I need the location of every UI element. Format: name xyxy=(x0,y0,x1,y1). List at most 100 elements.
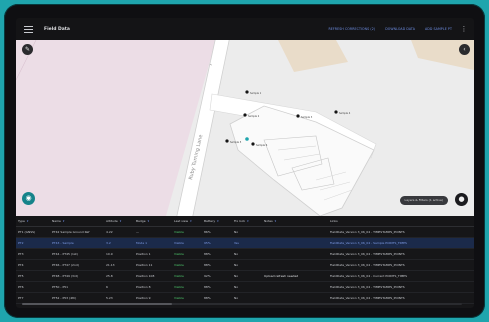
app-screen: Field Data REFRESH CORRECTIONS (2) DOWNL… xyxy=(16,18,474,308)
map-canvas: › Ruby Turning Lane Sample 1 Sample 2 Sa… xyxy=(16,40,474,216)
table-cell-type: PT3 xyxy=(16,248,50,260)
table-cell-fix: No xyxy=(232,226,262,238)
table-row[interactable]: PT7 PT52 - P53 (4th) 5.23 Position 9 Visible… xyxy=(16,292,474,304)
col-header[interactable]: Altitude ▾ xyxy=(104,216,134,227)
location-icon[interactable]: ● xyxy=(455,193,468,206)
table-cell-links: FieldData_Version 3_06_04 - Current POIN… xyxy=(328,270,474,282)
table-cell-name: PT46 - PT47 (2nd) xyxy=(50,259,104,271)
menu-icon[interactable] xyxy=(22,22,36,36)
refresh-corrections-link[interactable]: REFRESH CORRECTIONS (2) xyxy=(328,27,375,31)
table-cell-fix: Yes xyxy=(232,237,262,249)
table-cell-notes xyxy=(262,248,328,260)
svg-text:Sample 4: Sample 4 xyxy=(339,112,351,115)
sample-point[interactable]: Sample 1 xyxy=(245,90,262,95)
app-title: Field Data xyxy=(44,26,70,32)
table-cell-badge: Position 108 xyxy=(134,270,172,282)
table-cell-last: Visible xyxy=(172,281,202,293)
table-cell-alt: 25.8 xyxy=(104,270,134,282)
table-cell-last: Visible xyxy=(172,226,202,238)
top-links: REFRESH CORRECTIONS (2) DOWNLOAD DATA AD… xyxy=(328,18,452,40)
sample-point[interactable]: Sample 4 xyxy=(334,110,351,115)
table-cell-battery: 92% xyxy=(202,270,232,282)
table-row[interactable]: PT1 (GNSS) PT42 Sample Ground Ref 4.22— Vis… xyxy=(16,226,474,238)
sample-point-selected[interactable] xyxy=(245,137,249,141)
table-cell-type: PT5 xyxy=(16,270,50,282)
data-table: Type ▾ Name ▾ Altitude ▾ Badge ▾ Last view ▾ … xyxy=(16,216,474,304)
table-cell-badge: Mode 1 xyxy=(134,237,172,249)
table-cell-type: PT6 xyxy=(16,281,50,293)
table-cell-name: PT44 - PT45 (1st) xyxy=(50,248,104,260)
table-cell-last: Visible xyxy=(172,237,202,249)
table-cell-links: FieldData_Version 3_06_04 - Sample POINT… xyxy=(328,237,474,249)
table-cell-name: PT42 Sample Ground Ref xyxy=(50,226,104,238)
table-cell-fix: No xyxy=(232,281,262,293)
table-cell-battery: 88% xyxy=(202,248,232,260)
map-view[interactable]: › Ruby Turning Lane Sample 1 Sample 2 Sa… xyxy=(16,40,474,216)
table-cell-links: FieldData_Version 3_06_04 - TIMESTAMPS_P… xyxy=(328,292,474,304)
table-cell-links: FieldData_Version 3_06_04 - TIMESTAMPS_P… xyxy=(328,259,474,271)
svg-text:Sample 1: Sample 1 xyxy=(250,92,262,95)
table-cell-alt: 10.9 xyxy=(104,248,134,260)
layers-filter-chip[interactable]: Layers & Filters (1 active) xyxy=(399,196,448,205)
table-row[interactable]: PT2 PT43 - Sample 3.2 Mode 1 Visible 95% Yes Fi… xyxy=(16,237,474,249)
col-header[interactable]: Notes ▾ xyxy=(262,216,328,227)
table-cell-links: FieldData_Version 3_06_04 - TIMESTAMPS_P… xyxy=(328,226,474,238)
table-row[interactable]: PT4 PT46 - PT47 (2nd) 21.13 Position 11 Visi… xyxy=(16,259,474,271)
table-cell-alt: 3.2 xyxy=(104,237,134,249)
table-cell-battery: 88% xyxy=(202,292,232,304)
svg-text:Sample 3: Sample 3 xyxy=(301,116,313,119)
add-sample-link[interactable]: ADD SAMPLE PT xyxy=(425,27,452,31)
table-cell-links: FieldData_Version 3_06_04 - TIMESTAMPS_P… xyxy=(328,281,474,293)
table-cell-badge: Position 8 xyxy=(134,281,172,293)
chevron-left-icon[interactable]: ‹ xyxy=(459,44,470,55)
col-header[interactable]: Name ▾ xyxy=(50,216,104,227)
globe-icon[interactable]: ◉ xyxy=(22,192,35,205)
table-cell-notes xyxy=(262,237,328,249)
table-row[interactable]: PT3 PT44 - PT45 (1st) 10.9 Position 1 Visibl… xyxy=(16,248,474,260)
table-cell-badge: Position 1 xyxy=(134,248,172,260)
table-cell-alt: 21.13 xyxy=(104,259,134,271)
table-cell-badge: Position 9 xyxy=(134,292,172,304)
table-cell-type: PT1 (GNSS) xyxy=(16,226,50,238)
table-cell-notes xyxy=(262,281,328,293)
table-cell-notes xyxy=(262,292,328,304)
sample-point[interactable]: Sample 5 xyxy=(225,139,242,144)
table-cell-alt: 5.23 xyxy=(104,292,134,304)
table-cell-fix: No xyxy=(232,248,262,260)
col-header[interactable]: Last view ▾ xyxy=(172,216,202,227)
table-cell-name: PT52 - P53 (4th) xyxy=(50,292,104,304)
top-app-bar: Field Data REFRESH CORRECTIONS (2) DOWNL… xyxy=(16,18,474,40)
table-cell-badge: Position 11 xyxy=(134,259,172,271)
table-cell-name: PT43 - Sample xyxy=(50,237,104,249)
svg-text:Sample 5: Sample 5 xyxy=(230,141,242,144)
table-cell-notes xyxy=(262,226,328,238)
svg-text:Sample 6: Sample 6 xyxy=(256,144,268,147)
col-header[interactable]: Battery ▾ xyxy=(202,216,232,227)
table-cell-fix: No xyxy=(232,292,262,304)
more-vert-icon[interactable]: ⋮ xyxy=(460,24,468,34)
table-cell-type: PT7 xyxy=(16,292,50,304)
col-header[interactable]: Fix lock ▾ xyxy=(232,216,262,227)
svg-text:Sample 2: Sample 2 xyxy=(248,115,260,118)
table-row[interactable]: PT5 PT48 - PT49 (3rd) 25.8 Position 108 Visi… xyxy=(16,270,474,282)
table-cell-notes: Upload refresh needed xyxy=(262,270,328,282)
table-cell-last: Visible xyxy=(172,248,202,260)
table-cell-badge: — xyxy=(134,226,172,238)
col-header[interactable]: Links xyxy=(328,216,474,227)
horizontal-scrollbar[interactable] xyxy=(22,303,462,305)
table-cell-alt: 4.22 xyxy=(104,226,134,238)
table-cell-links: FieldData_Version 3_06_04 - TIMESTAMPS_P… xyxy=(328,248,474,260)
table-cell-alt: 6 xyxy=(104,281,134,293)
table-row[interactable]: PT6 PT50 - P51 6 Position 8 Visible 88% No Fiel… xyxy=(16,281,474,293)
table-cell-battery: 88% xyxy=(202,259,232,271)
table-cell-fix: No xyxy=(232,270,262,282)
table-cell-name: PT50 - P51 xyxy=(50,281,104,293)
table-cell-last: Visible xyxy=(172,292,202,304)
table-cell-notes xyxy=(262,259,328,271)
table-cell-battery: 95% xyxy=(202,237,232,249)
download-data-link[interactable]: DOWNLOAD DATA xyxy=(385,27,415,31)
table-cell-fix: No xyxy=(232,259,262,271)
col-header[interactable]: Badge ▾ xyxy=(134,216,172,227)
col-header[interactable]: Type ▾ xyxy=(16,216,50,227)
edit-icon[interactable]: ✎ xyxy=(22,44,33,55)
